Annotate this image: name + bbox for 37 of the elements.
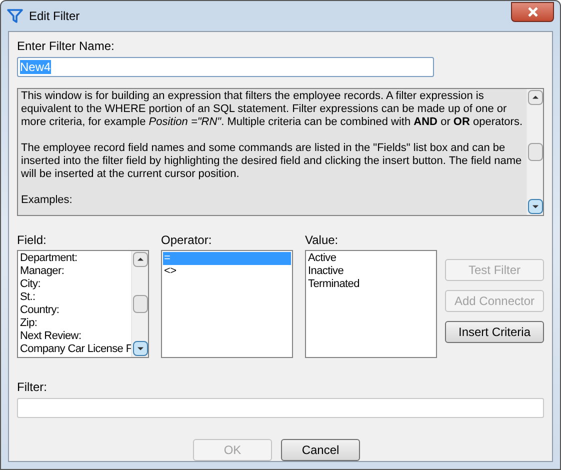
list-item[interactable]: Next Review: xyxy=(19,330,130,343)
list-item[interactable]: Country: xyxy=(19,304,130,317)
scroll-down-icon[interactable] xyxy=(132,341,148,356)
scrollbar[interactable] xyxy=(526,89,543,215)
scroll-up-icon[interactable] xyxy=(132,252,148,267)
list-item[interactable]: Active xyxy=(307,252,435,265)
scroll-thumb[interactable] xyxy=(528,143,542,161)
scroll-up-icon[interactable] xyxy=(528,90,542,105)
close-button[interactable] xyxy=(511,2,554,22)
dialog-button[interactable]: Cancel xyxy=(281,439,360,461)
filter-name-label: Enter Filter Name: xyxy=(17,38,116,54)
scroll-down-icon[interactable] xyxy=(528,199,542,214)
dialog-button[interactable]: Insert Criteria xyxy=(445,321,544,343)
scrollbar[interactable] xyxy=(131,251,148,357)
list-item[interactable]: Department: xyxy=(19,252,130,265)
list-box[interactable]: Active Inactive Terminated xyxy=(305,250,437,358)
list-label: Operator: xyxy=(161,233,213,247)
list-item[interactable]: <> xyxy=(163,265,291,278)
list-label: Value: xyxy=(305,233,340,247)
list-item[interactable]: Terminated xyxy=(307,278,435,291)
list-item[interactable]: Manager: xyxy=(19,265,130,278)
description-text: This window is for building an expression that filters the employee records. A filter expression is equivalent to the WHERE portion of an SQL statement. Filter expressions can be made up of one or more criteria, for example Position ="RN". Multiple criteria can be combined with AND or OR operators. xyxy=(21,90,523,129)
list-item[interactable]: Zip: xyxy=(19,317,130,330)
scroll-thumb[interactable] xyxy=(132,295,148,313)
filter-name-value: New4 xyxy=(20,60,51,74)
window-title: Edit Filter xyxy=(29,8,80,25)
list-item[interactable]: Inactive xyxy=(307,265,435,278)
list-label: Field: xyxy=(17,233,48,247)
list-item[interactable]: City: xyxy=(19,278,130,291)
description-text: Examples: xyxy=(21,194,74,207)
close-icon xyxy=(526,7,538,17)
list-box[interactable]: = <> xyxy=(161,250,293,358)
description-text: The employee record field names and some commands are listed in the "Fields" list box and can be inserted into the filter field by highlighting the desired field and clicking the insert button. The field name will be inserted at the current cursor position. xyxy=(21,142,523,181)
filter-label: Filter: xyxy=(17,380,48,394)
list-item[interactable]: St.: xyxy=(19,291,130,304)
funnel-icon xyxy=(7,8,23,24)
filter-field[interactable] xyxy=(17,398,544,418)
